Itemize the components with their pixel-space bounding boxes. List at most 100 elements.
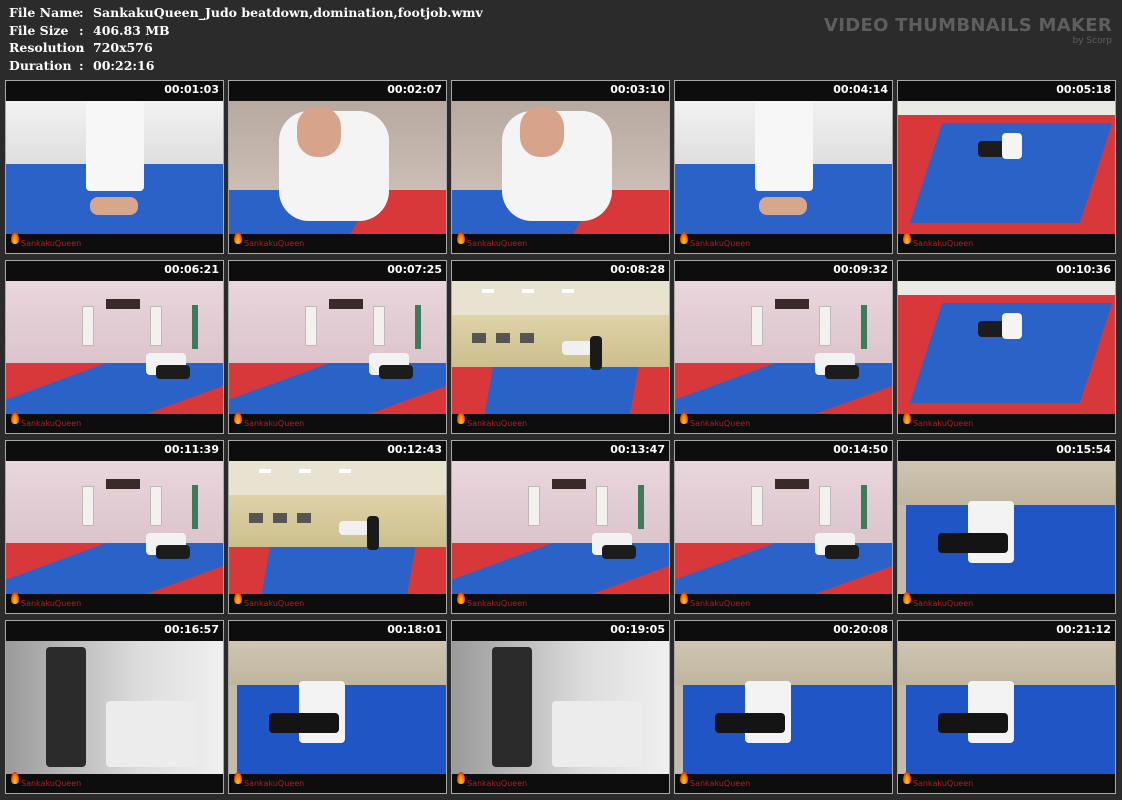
- timestamp: 00:16:57: [164, 623, 219, 636]
- watermark: SankakuQueen: [680, 412, 750, 430]
- resolution-label: Resolution: [9, 40, 85, 55]
- timestamp: 00:08:28: [610, 263, 665, 276]
- watermark: SankakuQueen: [903, 772, 973, 790]
- flame-icon: [903, 412, 911, 424]
- duration-label: Duration: [9, 57, 72, 73]
- flame-icon: [457, 772, 465, 784]
- timestamp: 00:03:10: [610, 83, 665, 96]
- timestamp: 00:11:39: [164, 443, 219, 456]
- watermark-text: SankakuQueen: [244, 598, 305, 608]
- flame-icon: [903, 772, 911, 784]
- video-frame: [6, 281, 223, 414]
- brand-logo: VIDEO THUMBNAILS MAKER by Scorp: [824, 15, 1112, 47]
- video-frame: [675, 461, 892, 594]
- flame-icon: [234, 412, 242, 424]
- thumbnail-grid: 00:01:03 SankakuQueen 00:02:07 SankakuQu…: [5, 80, 1116, 794]
- file-name-value: SankakuQueen_Judo beatdown,domination,fo…: [93, 5, 483, 20]
- file-name-row: File Name : SankakuQueen_Judo beatdown,d…: [9, 4, 483, 22]
- duration-row: Duration : 00:22:16: [9, 57, 483, 75]
- flame-icon: [234, 592, 242, 604]
- video-thumbnail[interactable]: 00:01:03 SankakuQueen: [5, 80, 224, 254]
- flame-icon: [903, 592, 911, 604]
- watermark-text: SankakuQueen: [21, 238, 82, 248]
- video-frame: [229, 461, 446, 594]
- video-thumbnail[interactable]: 00:07:25 SankakuQueen: [228, 260, 447, 434]
- flame-icon: [457, 232, 465, 244]
- brand-subtitle: by Scorp: [1072, 36, 1112, 46]
- timestamp: 00:06:21: [164, 263, 219, 276]
- watermark: SankakuQueen: [680, 592, 750, 610]
- flame-icon: [11, 412, 19, 424]
- timestamp: 00:21:12: [1056, 623, 1111, 636]
- video-frame: [898, 101, 1115, 234]
- watermark-text: SankakuQueen: [690, 238, 751, 248]
- timestamp: 00:02:07: [387, 83, 442, 96]
- video-thumbnail[interactable]: 00:11:39 SankakuQueen: [5, 440, 224, 614]
- video-frame: [675, 641, 892, 774]
- flame-icon: [457, 592, 465, 604]
- timestamp: 00:01:03: [164, 83, 219, 96]
- watermark-text: SankakuQueen: [913, 598, 974, 608]
- watermark-text: SankakuQueen: [913, 418, 974, 428]
- video-frame: [229, 641, 446, 774]
- watermark: SankakuQueen: [11, 592, 81, 610]
- video-thumbnail[interactable]: 00:03:10 SankakuQueen: [451, 80, 670, 254]
- file-name-label: File Name: [9, 5, 81, 20]
- watermark-text: SankakuQueen: [467, 238, 528, 248]
- video-thumbnail[interactable]: 00:15:54 SankakuQueen: [897, 440, 1116, 614]
- watermark: SankakuQueen: [680, 232, 750, 250]
- timestamp: 00:13:47: [610, 443, 665, 456]
- watermark: SankakuQueen: [11, 772, 81, 790]
- separator: :: [79, 40, 84, 55]
- video-thumbnail[interactable]: 00:21:12 SankakuQueen: [897, 620, 1116, 794]
- watermark-text: SankakuQueen: [244, 238, 305, 248]
- video-thumbnail[interactable]: 00:02:07 SankakuQueen: [228, 80, 447, 254]
- watermark-text: SankakuQueen: [690, 778, 751, 788]
- watermark-text: SankakuQueen: [244, 418, 305, 428]
- watermark: SankakuQueen: [903, 412, 973, 430]
- timestamp: 00:07:25: [387, 263, 442, 276]
- flame-icon: [11, 772, 19, 784]
- watermark-text: SankakuQueen: [21, 598, 82, 608]
- timestamp: 00:14:50: [833, 443, 888, 456]
- resolution-value: 720x576: [93, 40, 153, 55]
- video-frame: [898, 461, 1115, 594]
- video-frame: [6, 101, 223, 234]
- watermark: SankakuQueen: [234, 232, 304, 250]
- watermark-text: SankakuQueen: [244, 778, 305, 788]
- video-frame: [452, 281, 669, 414]
- video-thumbnail[interactable]: 00:18:01 SankakuQueen: [228, 620, 447, 794]
- video-thumbnail[interactable]: 00:20:08 SankakuQueen: [674, 620, 893, 794]
- timestamp: 00:04:14: [833, 83, 888, 96]
- watermark: SankakuQueen: [11, 232, 81, 250]
- video-thumbnail[interactable]: 00:14:50 SankakuQueen: [674, 440, 893, 614]
- timestamp: 00:18:01: [387, 623, 442, 636]
- file-size-row: File Size : 406.83 MB: [9, 22, 483, 40]
- file-size-value: 406.83 MB: [93, 22, 170, 38]
- brand-title: VIDEO THUMBNAILS MAKER: [824, 15, 1112, 36]
- video-thumbnail[interactable]: 00:09:32 SankakuQueen: [674, 260, 893, 434]
- video-thumbnail[interactable]: 00:08:28 SankakuQueen: [451, 260, 670, 434]
- flame-icon: [680, 232, 688, 244]
- separator: :: [79, 5, 84, 20]
- timestamp: 00:05:18: [1056, 83, 1111, 96]
- video-thumbnail[interactable]: 00:19:05 SankakuQueen: [451, 620, 670, 794]
- video-thumbnail[interactable]: 00:04:14 SankakuQueen: [674, 80, 893, 254]
- video-frame: [6, 641, 223, 774]
- video-thumbnail[interactable]: 00:06:21 SankakuQueen: [5, 260, 224, 434]
- watermark: SankakuQueen: [11, 412, 81, 430]
- watermark: SankakuQueen: [234, 592, 304, 610]
- video-thumbnail[interactable]: 00:16:57 SankakuQueen: [5, 620, 224, 794]
- watermark-text: SankakuQueen: [913, 778, 974, 788]
- watermark: SankakuQueen: [457, 232, 527, 250]
- separator: :: [79, 57, 84, 73]
- video-thumbnail[interactable]: 00:05:18 SankakuQueen: [897, 80, 1116, 254]
- video-thumbnail[interactable]: 00:13:47 SankakuQueen: [451, 440, 670, 614]
- watermark-text: SankakuQueen: [467, 598, 528, 608]
- video-thumbnail[interactable]: 00:12:43 SankakuQueen: [228, 440, 447, 614]
- video-thumbnail[interactable]: 00:10:36 SankakuQueen: [897, 260, 1116, 434]
- timestamp: 00:12:43: [387, 443, 442, 456]
- separator: :: [79, 22, 84, 38]
- video-frame: [675, 281, 892, 414]
- watermark-text: SankakuQueen: [690, 598, 751, 608]
